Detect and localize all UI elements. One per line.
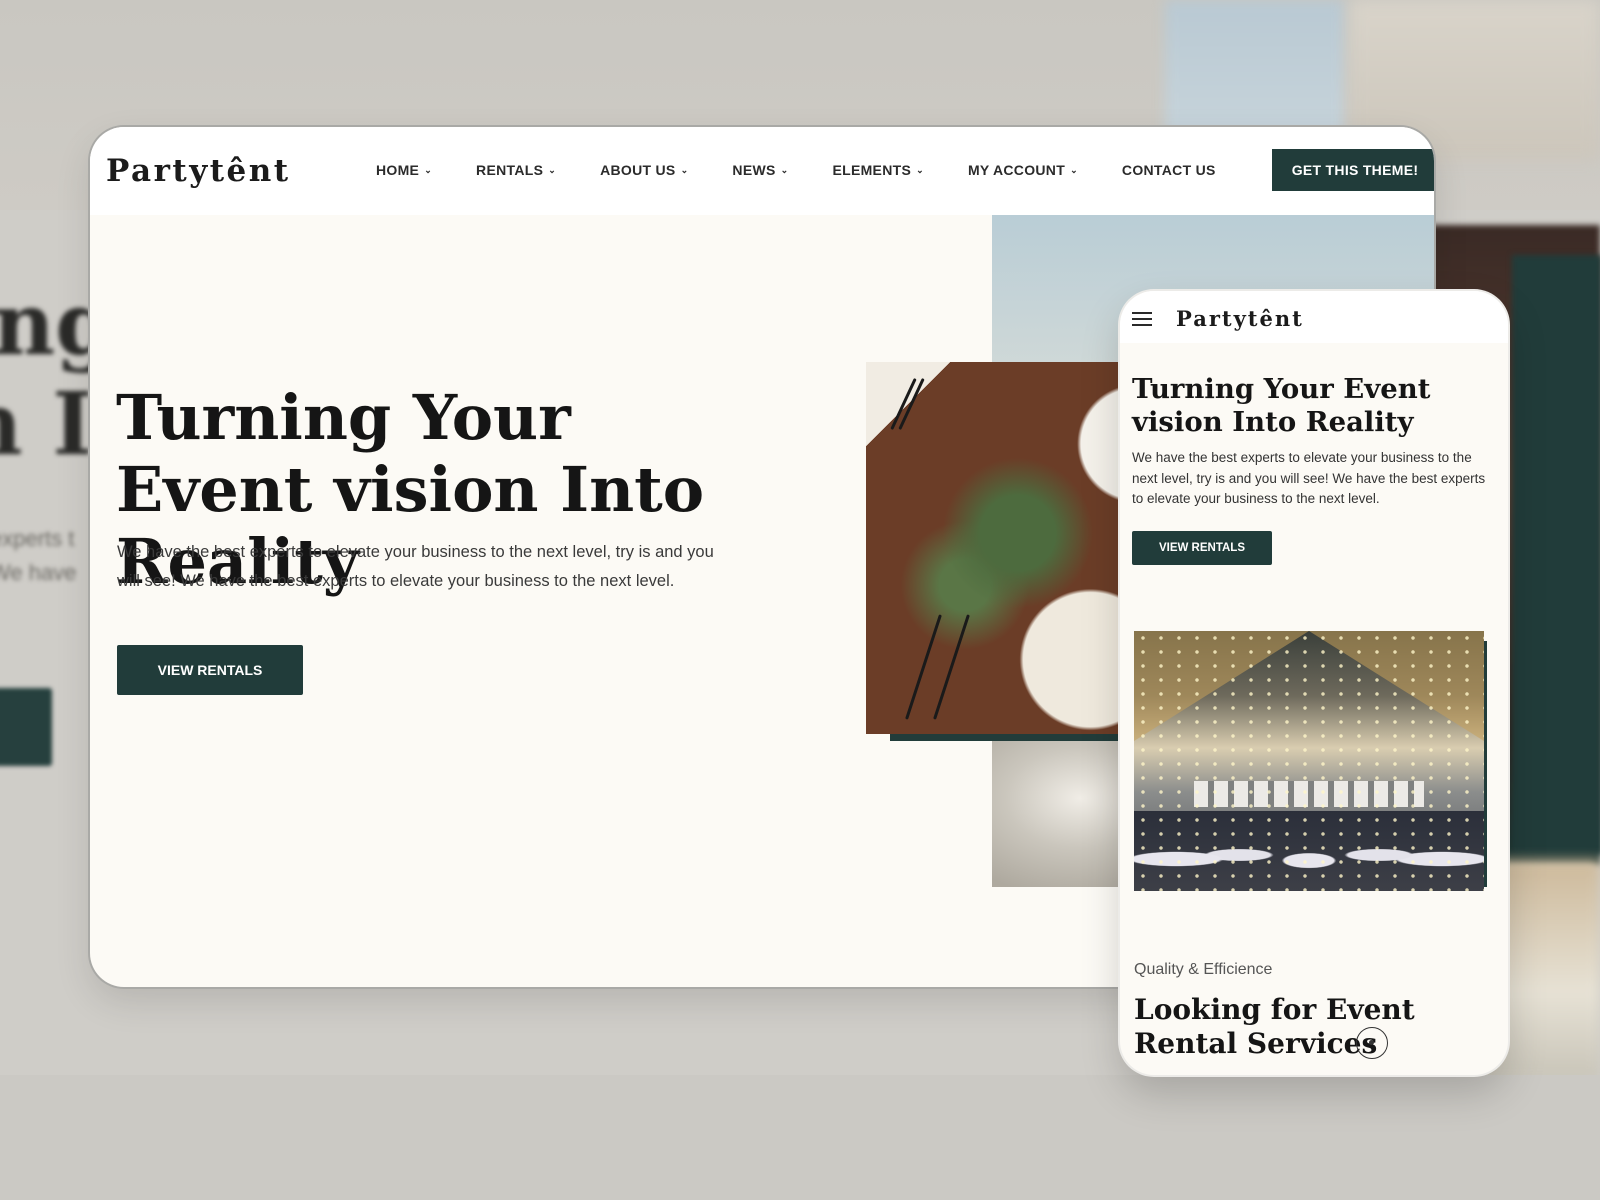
mobile-header: Partytênt bbox=[1120, 291, 1508, 343]
backdrop-bottom bbox=[0, 1075, 1600, 1200]
backdrop-button-fragment bbox=[0, 688, 52, 766]
menu-item-contact-us[interactable]: CONTACT US bbox=[1122, 162, 1216, 178]
header-nav: Partytênt HOME ⌄ RENTALS ⌄ ABOUT US ⌄ NE… bbox=[90, 127, 1434, 215]
fork-shape bbox=[905, 614, 942, 720]
menu-item-label: RENTALS bbox=[476, 162, 544, 178]
menu-item-label: MY ACCOUNT bbox=[967, 162, 1066, 178]
backdrop-accent-bar bbox=[1512, 255, 1600, 855]
menu-item-home[interactable]: HOME ⌄ bbox=[376, 162, 432, 178]
backdrop-window-light bbox=[1165, 0, 1345, 140]
section-title: Looking for Event Rental Services bbox=[1134, 993, 1415, 1060]
mobile-hero-title: Turning Your Event vision Into Reality bbox=[1132, 373, 1431, 438]
view-rentals-button[interactable]: VIEW RENTALS bbox=[117, 645, 303, 695]
hamburger-icon[interactable] bbox=[1132, 312, 1152, 326]
mobile-mockup: Partytênt Turning Your Event vision Into… bbox=[1120, 291, 1508, 1075]
chevron-down-icon: ⌄ bbox=[680, 164, 689, 175]
main-menu: HOME ⌄ RENTALS ⌄ ABOUT US ⌄ NEWS ⌄ ELEME… bbox=[376, 162, 1260, 178]
hero-description: We have the best experts to elevate your… bbox=[117, 543, 714, 590]
mobile-image-tent-interior bbox=[1134, 631, 1484, 891]
menu-item-label: HOME bbox=[376, 162, 420, 178]
mobile-site-logo[interactable]: Partytênt bbox=[1176, 306, 1304, 331]
menu-item-about-us[interactable]: ABOUT US ⌄ bbox=[600, 162, 688, 178]
menu-item-label: ELEMENTS bbox=[832, 162, 912, 178]
get-theme-button[interactable]: GET THIS THEME! bbox=[1272, 149, 1434, 191]
menu-item-rentals[interactable]: RENTALS ⌄ bbox=[476, 162, 556, 178]
chevron-down-icon: ⌄ bbox=[916, 164, 924, 175]
fork-shape bbox=[933, 614, 970, 720]
string-lights bbox=[1134, 631, 1484, 891]
menu-item-elements[interactable]: ELEMENTS ⌄ bbox=[832, 162, 923, 178]
chevron-down-icon: ⌄ bbox=[780, 164, 789, 175]
section-subtitle: Quality & Efficience bbox=[1134, 961, 1273, 978]
chevron-down-icon: ⌄ bbox=[424, 164, 433, 175]
backdrop-text-fragment: experts t We have bbox=[0, 526, 77, 585]
chevron-down-icon: ⌄ bbox=[548, 164, 557, 175]
scroll-indicator-icon[interactable] bbox=[1356, 1027, 1388, 1059]
menu-item-label: CONTACT US bbox=[1121, 162, 1216, 178]
chevron-down-icon: ⌄ bbox=[1070, 164, 1078, 175]
menu-item-my-account[interactable]: MY ACCOUNT ⌄ bbox=[968, 162, 1078, 178]
mobile-hero-description: We have the best experts to elevate your… bbox=[1132, 450, 1486, 506]
mobile-view-rentals-button[interactable]: VIEW RENTALS bbox=[1132, 531, 1272, 565]
menu-item-label: ABOUT US bbox=[600, 162, 676, 178]
site-logo[interactable]: Partytênt bbox=[106, 153, 291, 189]
menu-item-label: NEWS bbox=[732, 162, 776, 178]
menu-item-news[interactable]: NEWS ⌄ bbox=[732, 162, 788, 178]
